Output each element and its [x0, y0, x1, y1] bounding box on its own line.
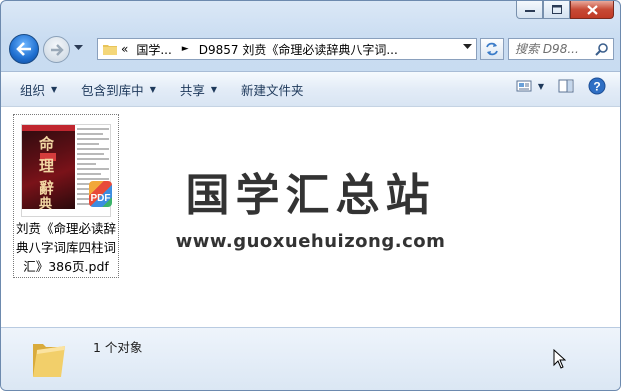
- back-button[interactable]: [9, 34, 39, 64]
- help-icon[interactable]: ?: [588, 77, 606, 95]
- new-folder-label: 新建文件夹: [241, 82, 304, 98]
- book-cover-image: 命 理 辭 典: [22, 125, 75, 212]
- back-arrow-icon: [16, 42, 31, 56]
- maximize-button[interactable]: [543, 1, 570, 19]
- file-list-pane[interactable]: 国学汇总站 www.guoxuehuizong.com 命 理 辭 典 PDF: [1, 106, 620, 327]
- folder-icon: [33, 344, 65, 377]
- chevron-down-icon: ▼: [51, 84, 58, 94]
- file-item[interactable]: 命 理 辭 典 PDF 刘贲《命理必读辞 典八字词库四柱词 汇》386页.pdf: [13, 114, 119, 278]
- chevron-down-icon: ▼: [210, 84, 218, 94]
- include-in-library-label: 包含到库中: [81, 82, 144, 98]
- cover-char: 典: [39, 197, 53, 212]
- refresh-icon: [486, 42, 498, 56]
- address-dropdown-icon[interactable]: [463, 44, 472, 50]
- folder-icon: [103, 45, 117, 55]
- refresh-button[interactable]: [480, 38, 504, 60]
- forward-button[interactable]: [43, 36, 70, 63]
- organize-menu[interactable]: 组织 ▼: [11, 76, 66, 102]
- mouse-cursor-icon: [553, 349, 566, 369]
- svg-text:?: ?: [593, 80, 600, 94]
- item-count: 1 个对象: [93, 340, 143, 355]
- address-overflow[interactable]: «: [121, 42, 128, 56]
- search-box[interactable]: [508, 38, 614, 60]
- command-bar: 组织 ▼ 包含到库中 ▼ 共享 ▼ 新建文件夹 ▼ ?: [1, 71, 620, 106]
- view-icon: [516, 80, 532, 92]
- chevron-down-icon: ▼: [149, 84, 156, 94]
- address-bar[interactable]: « 国学... ► D9857 刘贲《命理必读辞典八字词...: [97, 38, 477, 60]
- file-name[interactable]: 刘贲《命理必读辞 典八字词库四柱词 汇》386页.pdf: [14, 219, 118, 276]
- file-name-line: 汇》386页.pdf: [23, 259, 109, 274]
- new-folder-button[interactable]: 新建文件夹: [232, 76, 313, 102]
- include-in-library-menu[interactable]: 包含到库中 ▼: [72, 76, 165, 102]
- close-button[interactable]: [570, 1, 614, 19]
- preview-pane-icon[interactable]: [558, 79, 574, 93]
- file-name-line: 刘贲《命理必读辞: [15, 221, 116, 236]
- pdf-badge-label: PDF: [90, 193, 111, 204]
- cover-char: 命: [39, 135, 55, 153]
- navigation-bar: « 国学... ► D9857 刘贲《命理必读辞典八字词...: [1, 31, 620, 65]
- explorer-window: « 国学... ► D9857 刘贲《命理必读辞典八字词... 组织 ▼ 包含到库…: [0, 0, 621, 391]
- view-controls: ▼ ?: [516, 77, 606, 95]
- file-name-line: 典八字词库四柱词: [15, 240, 116, 255]
- search-icon[interactable]: [595, 43, 608, 56]
- minimize-icon: [524, 9, 535, 12]
- change-view-button[interactable]: ▼: [516, 79, 544, 93]
- share-label: 共享: [179, 82, 205, 98]
- chevron-right-icon[interactable]: ►: [182, 44, 189, 54]
- cover-char: 理: [39, 157, 55, 175]
- organize-label: 组织: [20, 82, 46, 98]
- minimize-button[interactable]: [516, 1, 543, 19]
- search-input[interactable]: [515, 42, 595, 56]
- pdf-file-icon: PDF: [89, 181, 112, 207]
- recent-pages-dropdown-icon[interactable]: [74, 45, 83, 51]
- maximize-icon: [551, 5, 562, 14]
- address-segment-root[interactable]: 国学...: [136, 41, 171, 58]
- details-pane: 1 个对象: [1, 327, 620, 390]
- caption-buttons: [516, 1, 614, 19]
- address-segment-current[interactable]: D9857 刘贲《命理必读辞典八字词...: [199, 41, 398, 58]
- close-icon: [586, 4, 598, 15]
- chevron-down-icon: ▼: [537, 81, 544, 91]
- forward-arrow-icon: [50, 43, 64, 56]
- share-menu[interactable]: 共享 ▼: [171, 76, 226, 102]
